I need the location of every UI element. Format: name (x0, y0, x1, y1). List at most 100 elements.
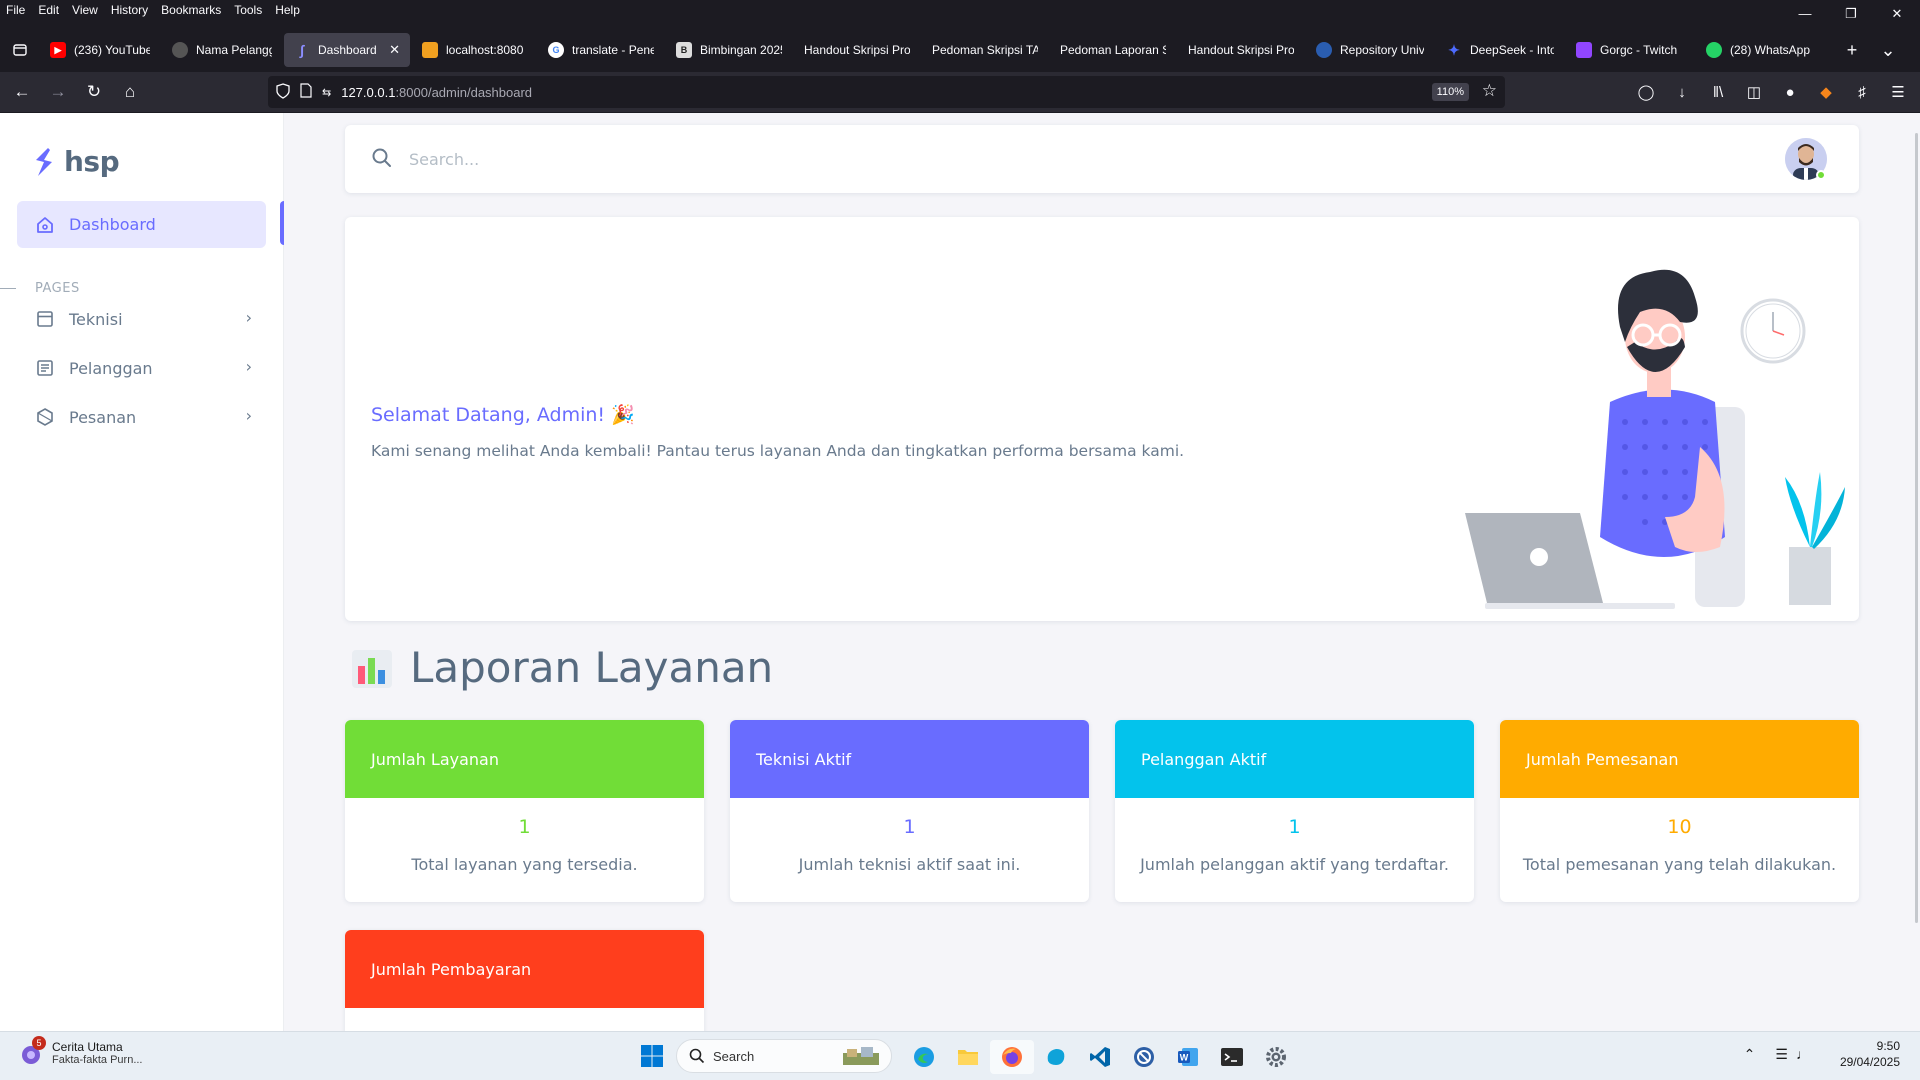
sidebar-item-pelanggan[interactable]: Pelanggan › (17, 347, 266, 389)
menu-bookmarks[interactable]: Bookmarks (155, 3, 228, 17)
card-pelanggan-aktif: Pelanggan Aktif 1 Jumlah pelanggan aktif… (1115, 720, 1474, 902)
card-value: 10 (1667, 816, 1692, 838)
terminal-icon[interactable] (1210, 1040, 1254, 1074)
sidebar-item-dashboard[interactable]: Dashboard (17, 201, 266, 248)
brand-logo[interactable]: hsp (32, 145, 120, 178)
tab-overview-icon[interactable] (0, 30, 40, 70)
taskbar-apps: W (902, 1040, 1298, 1074)
new-tab-icon[interactable]: + (1834, 40, 1870, 61)
menu-help[interactable]: Help (269, 3, 307, 17)
man-with-laptop-illustration (1465, 269, 1845, 609)
tab-dashboard[interactable]: ∫ Dashboard - ✕ (284, 33, 410, 67)
deepseek-icon: ✦ (1448, 41, 1460, 58)
chevron-right-icon: › (245, 406, 252, 425)
welcome-text: Kami senang melihat Anda kembali! Pantau… (371, 442, 1185, 460)
sidebar-item-teknisi[interactable]: Teknisi › (17, 298, 266, 340)
bar-chart-icon (352, 649, 392, 688)
sidebar-toggle-icon[interactable]: ◫ (1736, 76, 1772, 108)
pocket-icon[interactable]: ◯ (1628, 76, 1664, 108)
menu-view[interactable]: View (66, 3, 105, 17)
sidebar-item-label: Dashboard (69, 215, 156, 234)
list-tabs-icon[interactable]: ⌄ (1870, 40, 1906, 61)
menu-history[interactable]: History (105, 3, 155, 17)
chevron-right-icon: › (245, 357, 252, 376)
home-icon[interactable]: ⌂ (112, 76, 148, 108)
sidebar-item-label: Teknisi (69, 309, 123, 329)
zoom-level[interactable]: 110% (1431, 83, 1469, 101)
tab-twitch[interactable]: Gorgc - Twitch (1566, 33, 1694, 67)
vscode-icon[interactable] (1078, 1040, 1122, 1074)
clock[interactable]: 9:50 29/04/2025 (1840, 1038, 1900, 1070)
card-description: Jumlah pelanggan aktif yang terdaftar. (1140, 855, 1449, 874)
permissions-icon[interactable]: ⇆ (322, 86, 331, 99)
tab-translate[interactable]: Gtranslate - Pene (538, 33, 664, 67)
menu-edit[interactable]: Edit (32, 3, 66, 17)
edge-icon[interactable] (902, 1040, 946, 1074)
close-window-icon[interactable]: ✕ (1874, 0, 1920, 28)
university-icon (1316, 42, 1332, 58)
tab-bimbingan[interactable]: B Bimbingan 2025 (666, 33, 792, 67)
tab-youtube[interactable]: ▶ (236) YouTube (40, 33, 160, 67)
windows-taskbar: 5 Cerita Utama Fakta-fakta Purn... Searc… (0, 1031, 1920, 1080)
phpmyadmin-icon (422, 42, 438, 58)
menu-tools[interactable]: Tools (228, 3, 269, 17)
document-icon: B (676, 42, 692, 58)
tab-whatsapp[interactable]: (28) WhatsApp (1696, 33, 1832, 67)
minimize-icon[interactable]: — (1782, 0, 1828, 28)
detail-icon (35, 358, 55, 378)
tab-handout-1[interactable]: Handout Skripsi Pro (794, 33, 920, 67)
settings-gear-icon[interactable] (1254, 1040, 1298, 1074)
search-icon[interactable] (371, 147, 393, 173)
app-circle-icon[interactable] (1122, 1040, 1166, 1074)
notification-badge: 5 (32, 1036, 46, 1050)
card-value: 1 (1288, 816, 1301, 838)
reload-icon[interactable]: ↻ (76, 76, 112, 108)
bookmark-star-icon[interactable]: ☆ (1482, 81, 1497, 101)
volume-icon[interactable]: ♩ (1796, 1046, 1810, 1062)
tab-localhost[interactable]: localhost:8080 / (412, 33, 536, 67)
taskbar-search[interactable]: Search (676, 1039, 892, 1073)
google-icon: G (548, 42, 564, 58)
account-icon[interactable]: ● (1772, 76, 1808, 108)
library-icon[interactable]: ‖\ (1700, 76, 1736, 108)
extension-fox-icon[interactable]: ◆ (1808, 76, 1844, 108)
tab-handout-2[interactable]: Handout Skripsi Pro (1178, 33, 1304, 67)
news-widget[interactable]: 5 Cerita Utama Fakta-fakta Purn... (18, 1036, 142, 1066)
restore-icon[interactable]: ❐ (1828, 0, 1874, 28)
news-title: Cerita Utama (52, 1040, 123, 1054)
card-description: Total layanan yang tersedia. (411, 855, 638, 874)
tab-pedoman-skripsi[interactable]: Pedoman Skripsi TA (922, 33, 1048, 67)
shield-icon[interactable] (276, 82, 290, 102)
chevron-up-icon[interactable]: ⌃ (1744, 1046, 1756, 1063)
back-icon[interactable]: ← (4, 76, 40, 108)
card-header: Jumlah Pemesanan (1500, 720, 1859, 798)
twitch-icon (1576, 42, 1592, 58)
file-explorer-icon[interactable] (946, 1040, 990, 1074)
close-tab-icon[interactable]: ✕ (389, 42, 400, 58)
tab-nama-pelanggan[interactable]: Nama Pelanggan (162, 33, 282, 67)
download-icon[interactable]: ↓ (1664, 76, 1700, 108)
brand-name: hsp (64, 145, 120, 178)
brand-icon (36, 147, 52, 176)
tab-repository[interactable]: Repository Univ (1306, 33, 1434, 67)
word-icon[interactable]: W (1166, 1040, 1210, 1074)
sidebar-item-pesanan[interactable]: Pesanan › (17, 396, 266, 438)
url-bar[interactable]: ⇆ 127.0.0.1:8000/admin/dashboard 110% ☆ (268, 76, 1505, 108)
page-scrollbar[interactable] (1915, 133, 1918, 923)
url-host: 127.0.0.1 (341, 84, 396, 100)
layout-icon (35, 309, 55, 329)
search-input[interactable] (409, 143, 649, 175)
search-highlight-image-icon (843, 1047, 879, 1065)
forward-icon[interactable]: → (40, 76, 76, 108)
windows-start-icon[interactable] (640, 1044, 664, 1073)
extensions-icon[interactable]: ♯ (1844, 76, 1880, 108)
wifi-icon[interactable]: ☰ (1775, 1046, 1788, 1063)
tab-deepseek[interactable]: ✦ DeepSeek - Into (1436, 33, 1564, 67)
menu-file[interactable]: File (0, 3, 32, 17)
tab-pedoman-laporan[interactable]: Pedoman Laporan S (1050, 33, 1176, 67)
hamburger-menu-icon[interactable]: ☰ (1880, 76, 1916, 108)
browser-menubar: File Edit View History Bookmarks Tools H… (0, 0, 1920, 20)
copilot-icon[interactable] (1034, 1040, 1078, 1074)
sidebar: hsp Dashboard PAGES Teknisi › Pelanggan … (0, 113, 284, 1031)
firefox-icon[interactable] (990, 1040, 1034, 1074)
